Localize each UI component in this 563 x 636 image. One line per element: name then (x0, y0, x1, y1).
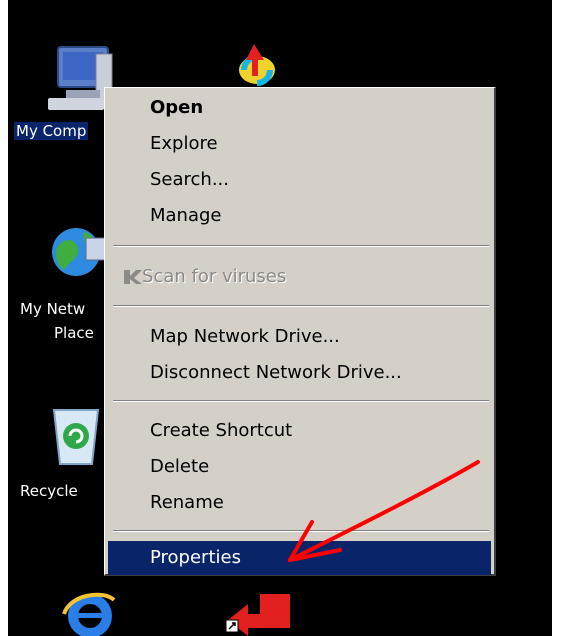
menu-item-scan-for-viruses[interactable]: Scan for viruses (108, 260, 491, 294)
menu-separator (113, 305, 489, 307)
menu-item-open[interactable]: Open (108, 91, 491, 125)
menu-separator (113, 400, 489, 402)
menu-item-delete[interactable]: Delete (108, 450, 491, 484)
menu-item-manage[interactable]: Manage (108, 199, 491, 233)
desktop-icon-my-computer[interactable]: My Comp (14, 44, 114, 154)
my-computer-label: My Comp (14, 122, 89, 140)
menu-separator (113, 245, 489, 247)
screenshot-border-left (0, 0, 8, 636)
my-network-places-label-line1: My Netw (20, 300, 86, 318)
menu-item-search[interactable]: Search... (108, 163, 491, 197)
menu-item-explore[interactable]: Explore (108, 127, 491, 161)
recycle-bin-icon (52, 409, 100, 465)
recycle-bin-label: Recycle (20, 482, 78, 500)
context-menu: Open Explore Search... Manage Scan for v… (104, 87, 496, 576)
menu-item-properties[interactable]: Properties (108, 541, 491, 575)
sync-icon (239, 44, 275, 86)
desktop-icon-recycle-bin[interactable]: Recycle (14, 398, 114, 508)
screenshot-border-right (552, 0, 563, 636)
menu-item-disconnect-network-drive[interactable]: Disconnect Network Drive... (108, 356, 491, 390)
desktop: My Comp My Netw Place Recycle Open Explo… (0, 0, 563, 636)
menu-item-scan-label: Scan for viruses (142, 266, 287, 287)
menu-item-create-shortcut[interactable]: Create Shortcut (108, 414, 491, 448)
shortcut-arrow-icon (225, 594, 290, 636)
menu-separator (113, 530, 489, 532)
menu-item-map-network-drive[interactable]: Map Network Drive... (108, 320, 491, 354)
desktop-icon-my-network-places[interactable]: My Netw Place (14, 218, 114, 348)
internet-explorer-icon[interactable] (60, 586, 120, 636)
my-network-places-label-line2: Place (54, 324, 94, 342)
kaspersky-icon (124, 270, 142, 284)
menu-item-rename[interactable]: Rename (108, 486, 491, 520)
